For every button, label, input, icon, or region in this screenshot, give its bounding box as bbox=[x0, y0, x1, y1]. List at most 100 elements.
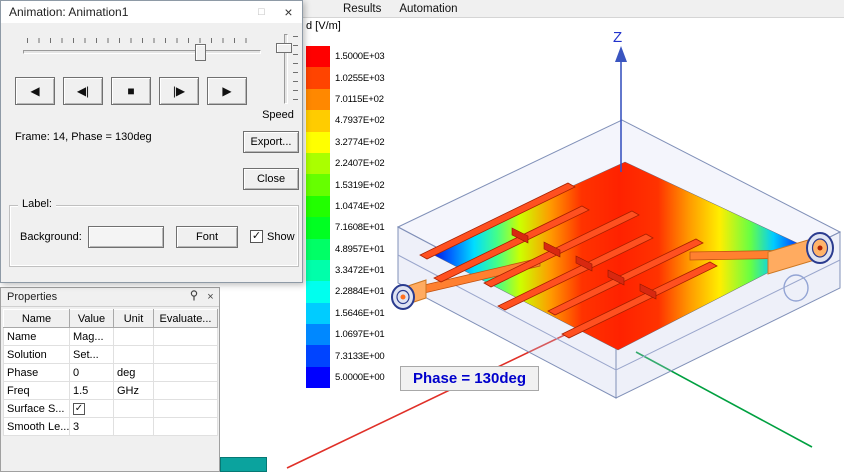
legend-entry: 3.2774E+02 bbox=[306, 131, 385, 153]
prop-value[interactable]: 3 bbox=[69, 417, 114, 436]
prop-value[interactable]: Mag... bbox=[69, 327, 114, 346]
frame-slider-thumb[interactable] bbox=[195, 44, 206, 61]
props-header-row: Name Value Unit Evaluate... bbox=[3, 309, 218, 328]
frame-status-text: Frame: 14, Phase = 130deg bbox=[15, 131, 152, 143]
legend-entry: 4.7937E+02 bbox=[306, 110, 385, 132]
legend-value: 3.3472E+01 bbox=[335, 265, 385, 277]
legend-color-swatch bbox=[306, 345, 330, 367]
props-col-header: Evaluate... bbox=[153, 309, 218, 328]
background-label: Background: bbox=[20, 231, 82, 243]
legend-entry: 1.5000E+03 bbox=[306, 46, 385, 68]
prop-unit: deg bbox=[113, 363, 154, 382]
show-checkbox-label: Show bbox=[267, 230, 295, 243]
props-row: Smooth Le... 3 bbox=[3, 417, 218, 436]
show-checkbox[interactable]: ✓ Show bbox=[250, 230, 295, 243]
prop-unit bbox=[113, 345, 154, 364]
legend-entry: 1.0474E+02 bbox=[306, 195, 385, 218]
props-col-header: Value bbox=[69, 309, 114, 328]
legend-value: 1.5000E+03 bbox=[335, 51, 385, 63]
props-col-header: Name bbox=[3, 309, 70, 328]
props-row: Phase 0 deg bbox=[3, 363, 218, 382]
label-groupbox: Label: Background: Font ✓ Show bbox=[9, 198, 299, 267]
export-button[interactable]: Export... bbox=[243, 131, 299, 153]
play-forward-button[interactable]: ▶ bbox=[207, 77, 247, 105]
color-scale-legend: d [V/m] 1.5000E+03 1.0255E+03 7.0115E+02 4.… bbox=[306, 20, 385, 389]
frame-slider[interactable] bbox=[23, 37, 261, 63]
legend-value: 5.0000E+00 bbox=[335, 372, 385, 384]
legend-color-swatch bbox=[306, 259, 330, 282]
props-col-header: Unit bbox=[113, 309, 154, 328]
legend-entry: 2.2407E+02 bbox=[306, 152, 385, 175]
legend-entry: 4.8957E+01 bbox=[306, 238, 385, 260]
prop-value[interactable]: ✓ bbox=[69, 399, 114, 418]
animation-dialog-titlebar[interactable]: Animation: Animation1 □ × bbox=[1, 1, 302, 23]
legend-value: 3.2774E+02 bbox=[335, 136, 385, 148]
speed-label: Speed bbox=[262, 109, 294, 121]
legend-color-swatch bbox=[306, 88, 330, 111]
legend-value: 1.0697E+01 bbox=[335, 329, 385, 341]
frame-slider-ticks bbox=[27, 38, 257, 43]
step-forward-button[interactable]: |▶ bbox=[159, 77, 199, 105]
show-checkbox-box[interactable]: ✓ bbox=[250, 230, 263, 243]
frame-slider-groove[interactable] bbox=[23, 50, 261, 54]
props-row: Surface S... ✓ bbox=[3, 399, 218, 418]
legend-entry: 7.0115E+02 bbox=[306, 88, 385, 111]
legend-title: d [V/m] bbox=[306, 20, 341, 32]
menu-items: Results Automation bbox=[334, 0, 844, 17]
legend-value: 1.5319E+02 bbox=[335, 179, 385, 191]
font-button[interactable]: Font bbox=[176, 226, 238, 248]
prop-name: Phase bbox=[3, 363, 70, 382]
animation-dialog-title: Animation: Animation1 bbox=[9, 5, 129, 19]
prop-evaluated bbox=[153, 345, 218, 364]
prop-value[interactable]: 1.5 bbox=[69, 381, 114, 400]
prop-name: Smooth Le... bbox=[3, 417, 70, 436]
maximize-icon[interactable]: □ bbox=[248, 2, 275, 23]
menu-item-results[interactable]: Results bbox=[334, 2, 390, 16]
legend-entry: 1.0697E+01 bbox=[306, 324, 385, 346]
properties-titlebar[interactable]: Properties × bbox=[1, 288, 219, 307]
legend-value: 4.7937E+02 bbox=[335, 115, 385, 127]
legend-value: 2.2884E+01 bbox=[335, 286, 385, 298]
legend-color-swatch bbox=[306, 195, 330, 218]
legend-color-swatch bbox=[306, 110, 330, 132]
props-row: Solution Set... bbox=[3, 345, 218, 364]
prop-evaluated bbox=[153, 327, 218, 346]
prop-checkbox[interactable]: ✓ bbox=[73, 403, 85, 415]
legend-entry: 2.2884E+01 bbox=[306, 281, 385, 303]
prop-unit bbox=[113, 327, 154, 346]
prop-unit: GHz bbox=[113, 381, 154, 400]
close-icon[interactable]: × bbox=[275, 2, 302, 23]
legend-color-swatch bbox=[306, 366, 330, 389]
animation-dialog: Animation: Animation1 □ × Speed ◀ ◀| ■ |… bbox=[0, 0, 303, 283]
prop-value[interactable]: Set... bbox=[69, 345, 114, 364]
props-row: Freq 1.5 GHz bbox=[3, 381, 218, 400]
prop-value[interactable]: 0 bbox=[69, 363, 114, 382]
legend-entries: 1.5000E+03 1.0255E+03 7.0115E+02 4.7937E+02… bbox=[306, 46, 385, 389]
legend-color-swatch bbox=[306, 174, 330, 196]
legend-color-swatch bbox=[306, 217, 330, 239]
prop-evaluated bbox=[153, 399, 218, 418]
label-group-title: Label: bbox=[18, 198, 56, 210]
prop-name: Name bbox=[3, 327, 70, 346]
step-back-button[interactable]: ◀| bbox=[63, 77, 103, 105]
prop-evaluated bbox=[153, 417, 218, 436]
menu-item-automation[interactable]: Automation bbox=[390, 2, 466, 16]
prop-name: Freq bbox=[3, 381, 70, 400]
stop-button[interactable]: ■ bbox=[111, 77, 151, 105]
legend-color-swatch bbox=[306, 302, 330, 325]
legend-entry: 7.3133E+00 bbox=[306, 345, 385, 367]
panel-close-icon[interactable]: × bbox=[202, 291, 219, 303]
background-color-button[interactable] bbox=[88, 226, 164, 248]
legend-color-swatch bbox=[306, 67, 330, 89]
properties-title: Properties bbox=[7, 291, 58, 303]
legend-value: 7.0115E+02 bbox=[335, 93, 384, 105]
props-body: Name Mag... Solution Set... Phase 0 deg Freq 1.5… bbox=[3, 327, 218, 436]
speed-slider[interactable] bbox=[273, 34, 299, 104]
close-button[interactable]: Close bbox=[243, 168, 299, 190]
legend-entry: 1.0255E+03 bbox=[306, 67, 385, 89]
pin-icon[interactable] bbox=[185, 290, 202, 304]
speed-slider-ticks bbox=[293, 36, 298, 102]
speed-slider-thumb[interactable] bbox=[276, 43, 292, 53]
legend-value: 1.0255E+03 bbox=[335, 72, 385, 84]
play-reverse-button[interactable]: ◀ bbox=[15, 77, 55, 105]
